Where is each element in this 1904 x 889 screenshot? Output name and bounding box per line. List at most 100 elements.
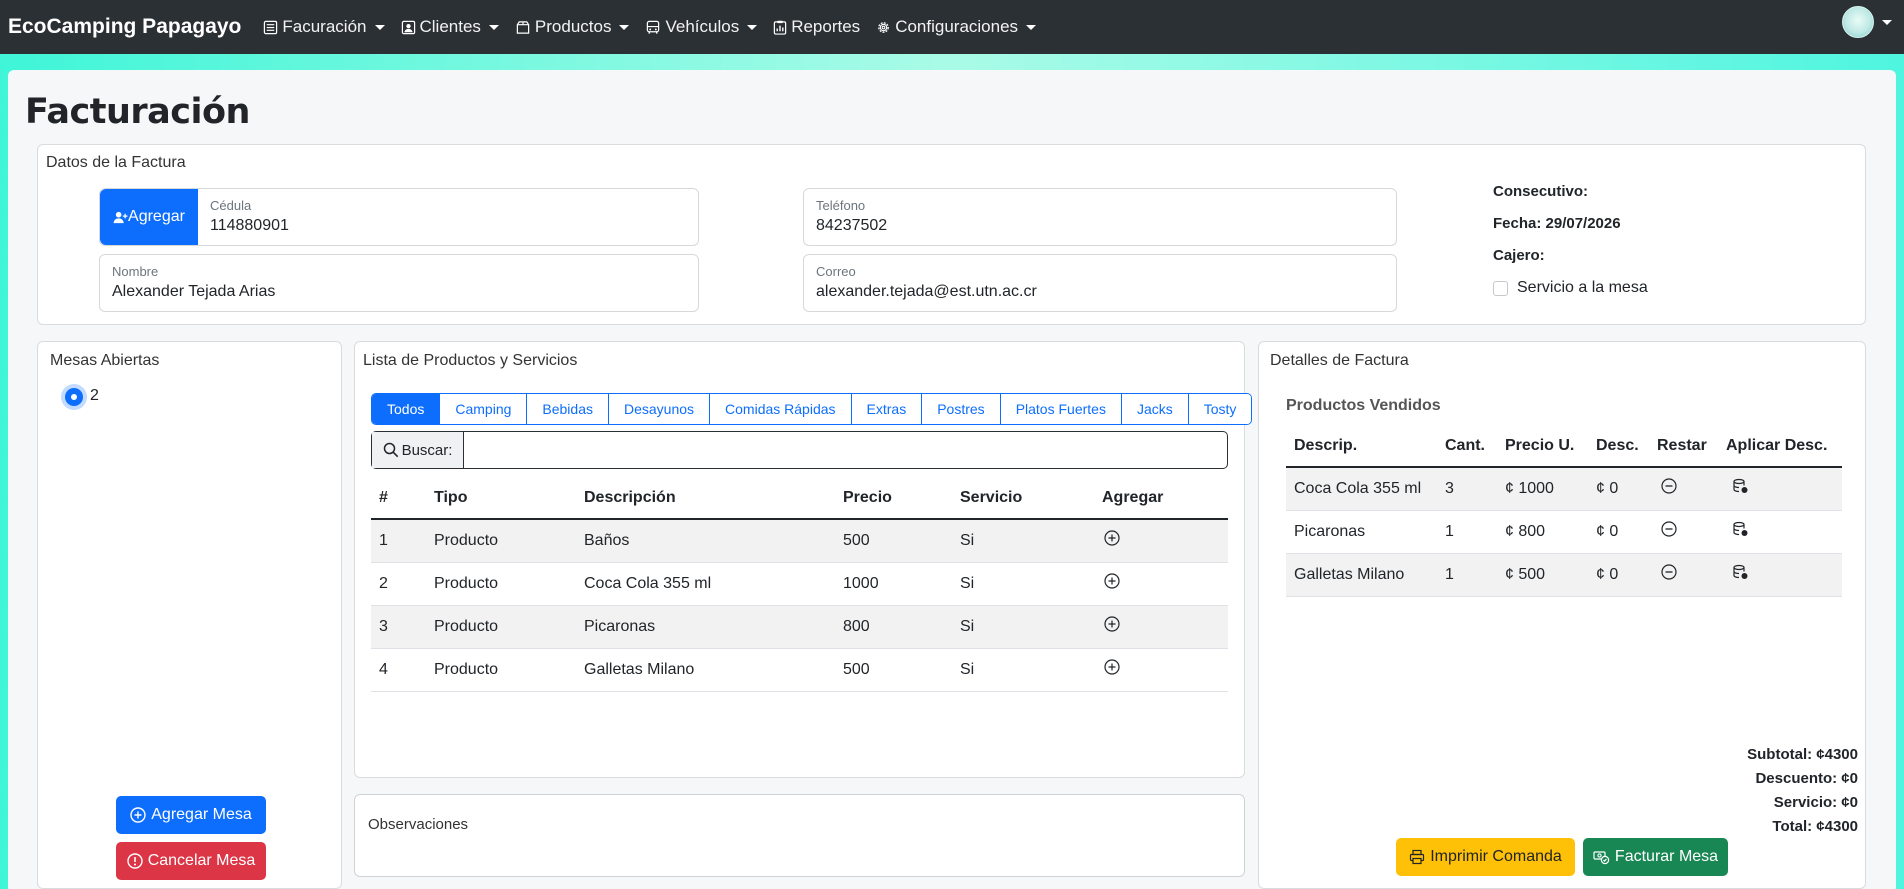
user-avatar[interactable] [1842, 6, 1874, 38]
nav-item-vehiculos[interactable]: Vehículos [645, 17, 758, 37]
nav-item-productos[interactable]: Productos [515, 17, 630, 37]
tab-camping[interactable]: Camping [440, 394, 528, 424]
cancel-table-label: Cancelar Mesa [147, 852, 256, 869]
add-product-button[interactable] [1094, 562, 1228, 606]
cell-service: Si [952, 562, 1094, 606]
table-row: Coca Cola 355 ml 3 ¢ 1000 ¢ 0 [1286, 467, 1842, 511]
sold-header-row: Descrip. Cant. Precio U. Desc. Restar Ap… [1286, 425, 1842, 468]
correo-field[interactable]: Correo alexander.tejada@est.utn.ac.cr [803, 254, 1397, 312]
bus-icon [647, 20, 660, 34]
database-discount-icon [1733, 479, 1748, 494]
cell-description: Coca Cola 355 ml [1286, 467, 1437, 511]
table-row: Galletas Milano 1 ¢ 500 ¢ 0 [1286, 553, 1842, 597]
col-header: Cant. [1437, 425, 1497, 468]
invoice-table-button[interactable]: Facturar Mesa [1583, 838, 1728, 876]
search-input[interactable] [464, 432, 1227, 468]
top-navbar: EcoCamping Papagayo Facuración Clientes … [0, 0, 1904, 54]
search-label-text: Buscar: [401, 441, 453, 459]
cancel-table-button[interactable]: Cancelar Mesa [116, 842, 266, 880]
table-row: Picaronas 1 ¢ 800 ¢ 0 [1286, 510, 1842, 554]
subtotal-label: Subtotal: ¢4300 [1747, 746, 1858, 763]
table-row: 1 Producto Baños 500 Si [371, 519, 1228, 563]
person-badge-icon [401, 20, 415, 34]
products-table: # Tipo Descripción Precio Servicio Agreg… [371, 477, 1228, 692]
telefono-label: Teléfono [816, 198, 866, 213]
nav-item-reportes[interactable]: Reportes [773, 17, 860, 37]
nav-label: Productos [534, 17, 612, 36]
apply-discount-button[interactable] [1718, 467, 1842, 511]
nav-item-clientes[interactable]: Clientes [401, 17, 499, 37]
print-order-button[interactable]: Imprimir Comanda [1396, 838, 1575, 876]
cell-price: 500 [835, 519, 952, 563]
chevron-down-icon[interactable] [1882, 20, 1892, 25]
tab-comidas-rapidas[interactable]: Comidas Rápidas [710, 394, 852, 424]
nav-label: Vehículos [665, 17, 740, 36]
add-product-button[interactable] [1094, 648, 1228, 692]
cell-number: 3 [371, 605, 426, 649]
dash-circle-icon [1661, 521, 1677, 537]
cell-number: 2 [371, 562, 426, 606]
tab-postres[interactable]: Postres [922, 394, 1001, 424]
products-sold-title: Productos Vendidos [1286, 397, 1441, 414]
table-radio-2[interactable] [65, 388, 83, 406]
cell-quantity: 1 [1437, 553, 1497, 597]
table-row: 2 Producto Coca Cola 355 ml 1000 Si [371, 562, 1228, 606]
tab-bebidas[interactable]: Bebidas [527, 394, 609, 424]
descuento-label: Descuento: ¢0 [1755, 770, 1858, 787]
cell-type: Producto [426, 648, 576, 692]
dash-circle-icon [1661, 478, 1677, 494]
chevron-down-icon [1026, 24, 1037, 30]
telefono-field[interactable]: Teléfono 84237502 [803, 188, 1397, 246]
subtract-button[interactable] [1649, 553, 1718, 597]
tab-platos-fuertes[interactable]: Platos Fuertes [1000, 394, 1122, 424]
add-product-button[interactable] [1094, 519, 1228, 563]
nombre-field[interactable]: Nombre Alexander Tejada Arias [99, 254, 699, 312]
tab-desayunos[interactable]: Desayunos [608, 394, 711, 424]
consecutivo-label: Consecutivo: [1493, 183, 1589, 200]
add-table-button[interactable]: Agregar Mesa [116, 796, 266, 834]
plus-circle-icon [1104, 573, 1120, 589]
cell-price: 1000 [835, 562, 952, 606]
nav-item-configuraciones[interactable]: Configuraciones [876, 17, 1037, 37]
correo-value: alexander.tejada@est.utn.ac.cr [816, 283, 1037, 300]
cell-description: Galletas Milano [576, 648, 835, 692]
apply-discount-button[interactable] [1718, 510, 1842, 554]
cell-type: Producto [426, 605, 576, 649]
servicio-label: Servicio: ¢0 [1773, 794, 1858, 811]
cedula-field-group: Agregar Cédula 114880901 [99, 188, 699, 246]
subtract-button[interactable] [1649, 467, 1718, 511]
cell-number: 1 [371, 519, 426, 563]
nav-item-facturacion[interactable]: Facuración [263, 17, 385, 37]
brand-name[interactable]: EcoCamping Papagayo [8, 15, 241, 39]
subtract-button[interactable] [1649, 510, 1718, 554]
cedula-label: Cédula [210, 198, 252, 213]
cell-number: 4 [371, 648, 426, 692]
servicio-mesa-label: Servicio a la mesa [1517, 279, 1648, 296]
gear-icon [878, 21, 890, 33]
cell-price: 800 [835, 605, 952, 649]
invoice-data-card: Datos de la Factura Agregar Cédula 11488… [37, 144, 1866, 325]
nav-label: Reportes [791, 17, 861, 36]
add-client-button[interactable]: Agregar [100, 189, 198, 245]
products-header-row: # Tipo Descripción Precio Servicio Agreg… [371, 477, 1228, 520]
search-icon [383, 442, 398, 458]
total-label: Total: ¢4300 [1772, 818, 1858, 835]
observaciones-field[interactable]: Observaciones [354, 794, 1245, 877]
page-title: Facturación [25, 92, 250, 132]
table-row: 3 Producto Picaronas 800 Si [371, 605, 1228, 649]
box-icon [516, 20, 530, 34]
cell-service: Si [952, 648, 1094, 692]
plus-circle-icon [1104, 616, 1120, 632]
tab-todos[interactable]: Todos [372, 394, 441, 424]
table-row: 4 Producto Galletas Milano 500 Si [371, 648, 1228, 692]
apply-discount-button[interactable] [1718, 553, 1842, 597]
tab-jacks[interactable]: Jacks [1121, 394, 1189, 424]
database-discount-icon [1733, 564, 1748, 579]
add-product-button[interactable] [1094, 605, 1228, 649]
cell-price: 500 [835, 648, 952, 692]
tab-extras[interactable]: Extras [851, 394, 923, 424]
list-icon [264, 20, 278, 34]
cedula-field[interactable]: Cédula 114880901 [198, 189, 698, 245]
tab-tosty[interactable]: Tosty [1188, 394, 1252, 424]
servicio-mesa-checkbox[interactable] [1493, 281, 1508, 296]
